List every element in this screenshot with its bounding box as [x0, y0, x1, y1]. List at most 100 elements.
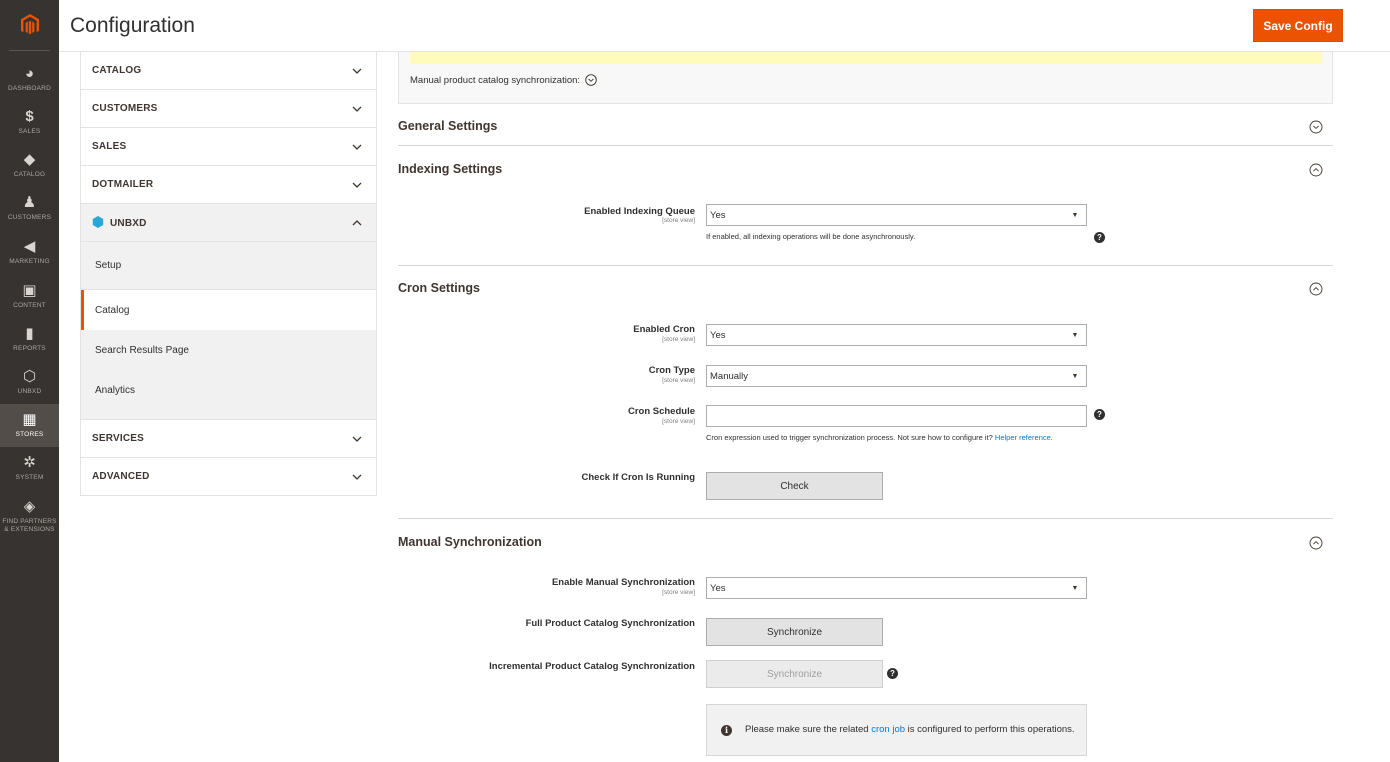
marketing-icon: ◀ — [23, 238, 36, 255]
config-tabs: CATALOG CUSTOMERS SALES DOTMAILER UNBXD … — [80, 52, 377, 496]
sub-item-catalog[interactable]: Catalog — [81, 290, 376, 330]
enable-manual-sync-select[interactable]: Yes ▼ — [706, 577, 1087, 599]
chevron-up-icon — [352, 219, 362, 225]
info-suffix: is configured to perform this operations… — [907, 724, 1075, 735]
tab-label: UNBXD — [110, 218, 147, 229]
note-text-end: . — [1050, 433, 1053, 442]
select-arrow-icon: ▼ — [1071, 211, 1079, 219]
chevron-down-icon — [352, 106, 362, 112]
indexing-queue-label: Enabled Indexing Queue — [584, 206, 695, 217]
nav-label: UNBXD — [17, 388, 42, 395]
tab-dotmailer[interactable]: DOTMAILER — [81, 166, 376, 204]
enable-manual-sync-label: Enable Manual Synchronization — [551, 577, 695, 588]
nav-sales[interactable]: $ SALES — [0, 101, 59, 144]
enabled-cron-label: Enabled Cron — [633, 324, 695, 335]
unbxd-subnav: Setup Catalog Search Results Page Analyt… — [81, 242, 376, 420]
section-divider — [398, 145, 1333, 146]
select-arrow-icon: ▼ — [1071, 331, 1079, 339]
manual-sync-toggle[interactable]: Manual product catalog synchronization: — [410, 74, 597, 86]
tab-services[interactable]: SERVICES — [81, 420, 376, 458]
manual-sync-label: Manual product catalog synchronization: — [410, 74, 581, 86]
sub-item-search-results-page[interactable]: Search Results Page — [81, 330, 376, 370]
indexing-queue-scope: [store view] — [662, 217, 695, 224]
select-value: Yes — [710, 329, 726, 341]
nav-reports[interactable]: ▮ REPORTS — [0, 318, 59, 361]
page-title: Configuration — [70, 14, 195, 37]
info-text: Please make sure the related cron job is… — [745, 724, 1075, 736]
check-cron-button[interactable]: Check — [706, 472, 883, 500]
section-general-settings[interactable]: General Settings — [398, 119, 497, 133]
check-cron-label: Check If Cron Is Running — [581, 472, 695, 483]
note-text: Cron expression used to trigger synchron… — [706, 433, 993, 442]
incremental-sync-label: Incremental Product Catalog Synchronizat… — [489, 661, 695, 672]
section-divider — [398, 518, 1333, 519]
full-sync-button[interactable]: Synchronize — [706, 618, 883, 646]
cron-schedule-scope: [store view] — [662, 418, 695, 425]
nav-label: CATALOG — [13, 171, 46, 178]
incremental-sync-button[interactable]: Synchronize — [706, 660, 883, 688]
enabled-cron-select[interactable]: Yes ▼ — [706, 324, 1087, 346]
magento-logo[interactable] — [0, 0, 59, 50]
nav-dashboard[interactable]: ◕ DASHBOARD — [0, 58, 59, 101]
help-icon[interactable]: ? — [1094, 409, 1105, 420]
collapse-circle-icon[interactable] — [1309, 163, 1323, 177]
indexing-queue-select[interactable]: Yes ▼ — [706, 204, 1087, 226]
help-icon[interactable]: ? — [1094, 232, 1105, 243]
unbxd-icon: ⬡ — [22, 368, 37, 385]
nav-label: CONTENT — [13, 302, 46, 309]
tab-sales[interactable]: SALES — [81, 128, 376, 166]
nav-stores[interactable]: ▦ STORES — [0, 404, 59, 447]
catalog-icon: ◆ — [23, 151, 36, 168]
nav-label: FIND PARTNERS & EXTENSIONS — [2, 517, 57, 533]
chevron-down-circle-icon — [585, 74, 597, 86]
cron-schedule-note: Cron expression used to trigger synchron… — [706, 433, 1086, 442]
indexing-queue-note: If enabled, all indexing operations will… — [706, 232, 916, 241]
nav-customers[interactable]: ♟ CUSTOMERS — [0, 187, 59, 230]
content-icon: ▣ — [22, 282, 37, 299]
magento-logo-icon — [20, 14, 39, 35]
notice-message — [410, 52, 1322, 64]
chevron-down-icon — [352, 144, 362, 150]
cron-job-link[interactable]: cron job — [871, 724, 905, 735]
cron-type-label: Cron Type — [648, 365, 695, 376]
select-value: Manually — [710, 370, 749, 382]
info-prefix: Please make sure the related — [745, 724, 869, 735]
full-sync-label: Full Product Catalog Synchronization — [525, 618, 695, 629]
section-manual-synchronization[interactable]: Manual Synchronization — [398, 535, 542, 549]
nav-unbxd[interactable]: ⬡ UNBXD — [0, 361, 59, 404]
tab-label: ADVANCED — [92, 471, 150, 482]
tab-unbxd[interactable]: UNBXD — [81, 204, 376, 242]
section-indexing-settings[interactable]: Indexing Settings — [398, 162, 502, 176]
helper-reference-link[interactable]: Helper reference — [995, 433, 1051, 442]
nav-system[interactable]: ✲ SYSTEM — [0, 447, 59, 490]
section-cron-settings[interactable]: Cron Settings — [398, 281, 480, 295]
save-config-button[interactable]: Save Config — [1253, 9, 1343, 42]
collapse-circle-icon[interactable] — [1309, 282, 1323, 296]
nav-marketing[interactable]: ◀ MARKETING — [0, 231, 59, 274]
tab-label: DOTMAILER — [92, 179, 154, 190]
nav-catalog[interactable]: ◆ CATALOG — [0, 144, 59, 187]
tab-label-wrap: UNBXD — [92, 216, 147, 229]
tab-advanced[interactable]: ADVANCED — [81, 458, 376, 496]
collapse-circle-icon[interactable] — [1309, 536, 1323, 550]
chevron-down-icon — [352, 182, 362, 188]
chevron-down-icon — [352, 474, 362, 480]
expand-circle-icon[interactable] — [1309, 120, 1323, 134]
tab-catalog[interactable]: CATALOG — [81, 52, 376, 90]
sub-item-setup[interactable]: Setup — [81, 242, 376, 290]
cron-schedule-input[interactable] — [706, 405, 1087, 427]
tab-label: SERVICES — [92, 433, 144, 444]
select-value: Yes — [710, 582, 726, 594]
cron-type-select[interactable]: Manually ▼ — [706, 365, 1087, 387]
select-arrow-icon: ▼ — [1071, 372, 1079, 380]
nav-label: DASHBOARD — [8, 85, 51, 92]
admin-sidebar: ◕ DASHBOARD $ SALES ◆ CATALOG ♟ CUSTOMER… — [0, 0, 59, 762]
sync-notice-box: Manual product catalog synchronization: — [398, 52, 1333, 104]
help-icon[interactable]: ? — [887, 668, 898, 679]
tab-customers[interactable]: CUSTOMERS — [81, 90, 376, 128]
sub-item-analytics[interactable]: Analytics — [81, 370, 376, 419]
nav-content[interactable]: ▣ CONTENT — [0, 275, 59, 318]
chevron-down-icon — [352, 436, 362, 442]
nav-find-partners[interactable]: ◈ FIND PARTNERS & EXTENSIONS — [0, 492, 59, 540]
partners-icon: ◈ — [23, 497, 36, 515]
